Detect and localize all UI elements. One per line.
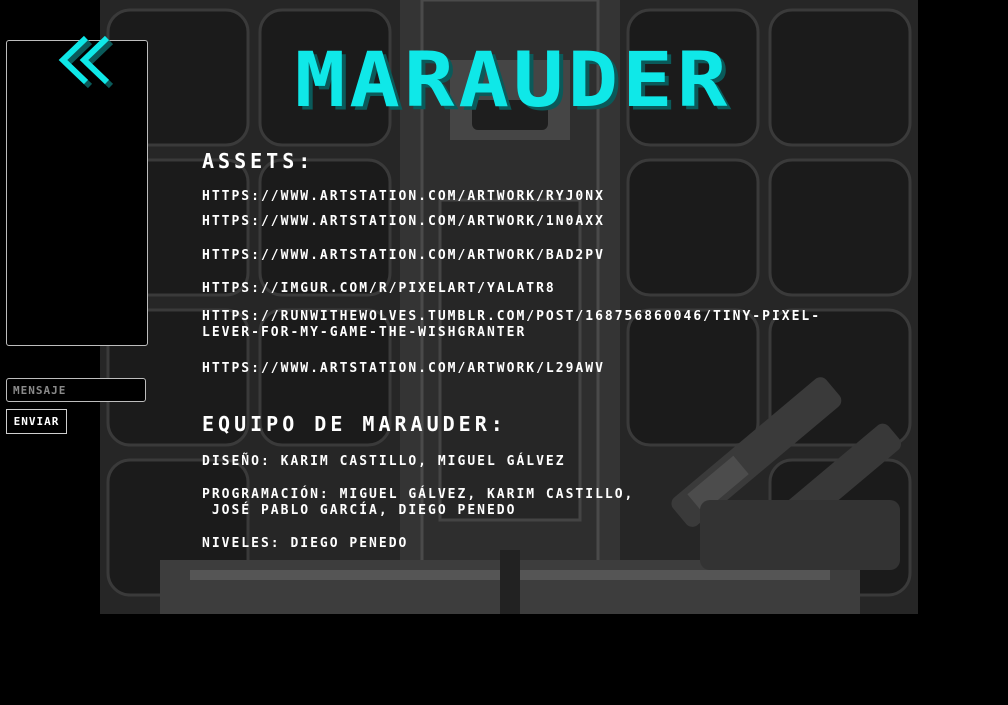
asset-link-3[interactable]: HTTPS://WWW.ARTSTATION.COM/ARTWORK/BAD2P… <box>202 248 842 264</box>
asset-link-4[interactable]: HTTPS://IMGUR.COM/R/PIXELART/YALATR8 <box>202 281 842 297</box>
programming-credit-line1: PROGRAMACIÓN: MIGUEL GÁLVEZ, KARIM CASTI… <box>202 487 635 502</box>
assets-heading: ASSETS: <box>202 149 315 173</box>
team-heading: EQUIPO DE MARAUDER: <box>202 412 507 436</box>
asset-link-1[interactable]: HTTPS://WWW.ARTSTATION.COM/ARTWORK/RYJ0N… <box>202 189 842 205</box>
programming-credit-line2: JOSÉ PABLO GARCÍA, DIEGO PENEDO <box>202 503 517 518</box>
message-input[interactable] <box>6 378 146 402</box>
credits-screen: ENVIAR MARAUDER ASSETS: HTTPS://WWW.ARTS… <box>0 0 1008 705</box>
design-credit: DISEÑO: KARIM CASTILLO, MIGUEL GÁLVEZ <box>202 454 566 469</box>
asset-link-5[interactable]: HTTPS://RUNWITHEWOLVES.TUMBLR.COM/POST/1… <box>202 309 842 341</box>
game-title: MARAUDER <box>294 35 732 125</box>
send-button[interactable]: ENVIAR <box>6 409 67 434</box>
double-chevron-left-icon[interactable] <box>56 34 118 94</box>
asset-link-2[interactable]: HTTPS://WWW.ARTSTATION.COM/ARTWORK/1N0AX… <box>202 214 842 230</box>
levels-credit: NIVELES: DIEGO PENEDO <box>202 536 409 551</box>
credits-content: ASSETS: HTTPS://WWW.ARTSTATION.COM/ARTWO… <box>202 150 842 552</box>
asset-link-6[interactable]: HTTPS://WWW.ARTSTATION.COM/ARTWORK/L29AW… <box>202 361 842 377</box>
